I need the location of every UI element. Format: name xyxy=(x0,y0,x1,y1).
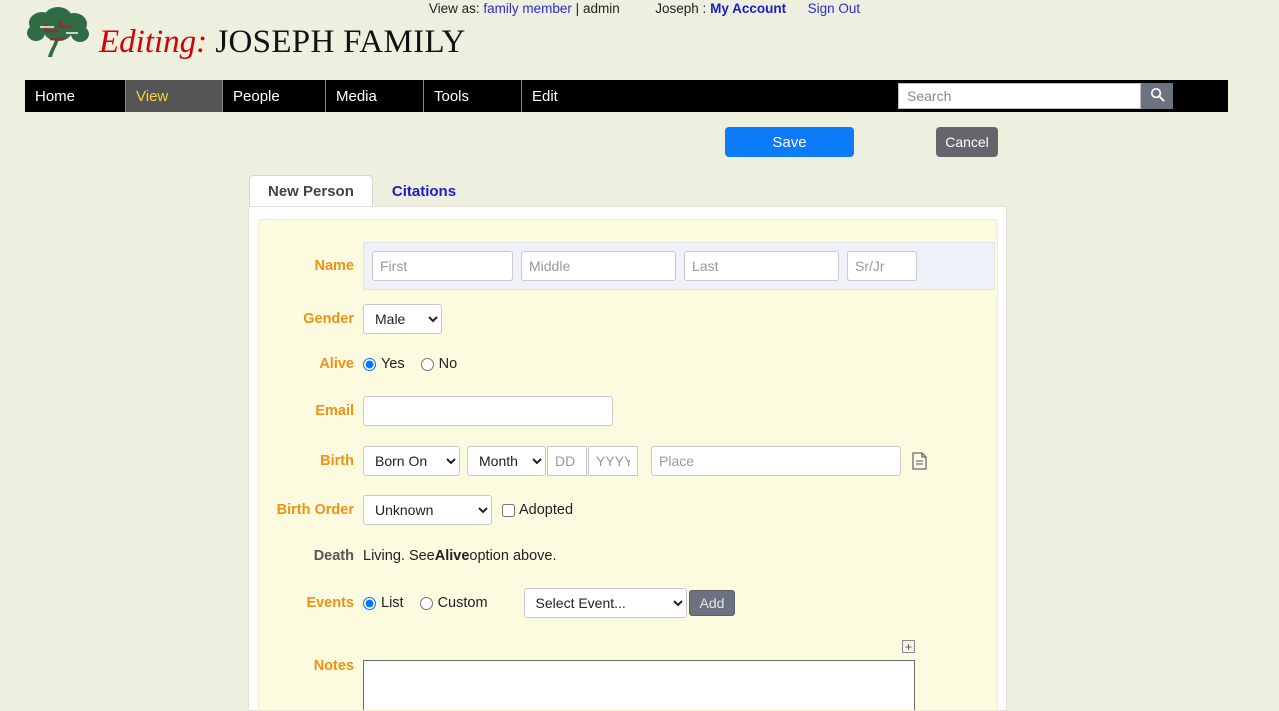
save-button[interactable]: Save xyxy=(725,127,854,157)
sign-out-link[interactable]: Sign Out xyxy=(808,1,861,16)
family-name-label: JOSEPH FAMILY xyxy=(215,24,466,60)
gender-label: Gender xyxy=(303,311,354,327)
adopted-label[interactable]: Adopted xyxy=(519,502,573,518)
birth-label: Birth xyxy=(320,453,354,469)
form-row-events: Events List Custom Select Event...Baptis… xyxy=(259,588,997,618)
tab-citations[interactable]: Citations xyxy=(373,175,475,207)
current-user-label: Joseph : xyxy=(655,1,707,16)
notes-textarea[interactable] xyxy=(363,660,915,710)
family-tree-logo-icon xyxy=(26,7,90,63)
name-fields-group xyxy=(363,242,995,290)
last-name-input[interactable] xyxy=(684,251,839,281)
death-status-text: Living. See Alive option above. xyxy=(363,548,557,564)
form-row-birth: Birth Born OnBorn AboutBorn BeforeBorn A… xyxy=(259,446,997,476)
birth-place-input[interactable] xyxy=(651,446,901,476)
events-custom-radio[interactable] xyxy=(419,596,433,610)
search-icon xyxy=(1150,87,1165,105)
view-as-family-member-link[interactable]: family member xyxy=(483,1,572,16)
adopted-checkbox[interactable] xyxy=(502,503,515,517)
form-row-name: Name xyxy=(259,242,997,290)
main-navigation: Home View People Media Tools Edit xyxy=(25,80,1228,112)
nav-item-edit[interactable]: Edit xyxy=(522,80,896,112)
event-select[interactable]: Select Event...BaptismBurialCensusGradua… xyxy=(523,588,687,618)
nav-item-home[interactable]: Home xyxy=(25,80,126,112)
form-row-birth-order: Birth Order Unknown12345 Adopted xyxy=(259,495,997,525)
search-container xyxy=(896,80,1173,112)
page-title: Editing: JOSEPH FAMILY xyxy=(99,9,466,61)
birth-month-select[interactable]: MonthJanFebMarAprMayJunJulAugSepOctNovDe… xyxy=(467,446,546,476)
middle-name-input[interactable] xyxy=(521,251,676,281)
form-row-notes: Notes + xyxy=(259,640,997,710)
plus-box-icon[interactable]: + xyxy=(902,640,915,653)
alive-no-radio[interactable] xyxy=(420,357,434,371)
person-edit-panel: Name Gender MaleFemaleUnknown Alive Yes … xyxy=(248,206,1007,711)
death-text-bold: Alive xyxy=(434,548,470,564)
tab-new-person[interactable]: New Person xyxy=(249,175,373,207)
document-icon[interactable] xyxy=(910,451,928,471)
adopted-checkbox-group: Adopted xyxy=(502,502,573,518)
death-text-after: option above. xyxy=(469,548,557,564)
form-row-death: Death Living. See Alive option above. xyxy=(259,545,997,567)
utility-separator: | xyxy=(575,1,580,16)
nav-item-tools[interactable]: Tools xyxy=(424,80,522,112)
nav-item-people[interactable]: People xyxy=(223,80,326,112)
search-input[interactable] xyxy=(898,83,1141,109)
alive-radio-group: Yes No xyxy=(363,356,473,372)
alive-yes-radio[interactable] xyxy=(363,357,376,371)
cancel-button[interactable]: Cancel xyxy=(936,127,998,157)
tab-bar: New Person Citations xyxy=(249,175,475,207)
brand: Editing: JOSEPH FAMILY xyxy=(26,6,466,64)
nav-item-view[interactable]: View xyxy=(126,80,223,112)
alive-no-label[interactable]: No xyxy=(439,356,458,372)
add-event-button[interactable]: Add xyxy=(688,590,736,616)
death-label: Death xyxy=(313,548,354,564)
events-custom-label[interactable]: Custom xyxy=(438,595,488,611)
birth-order-select[interactable]: Unknown12345 xyxy=(363,495,492,525)
notes-block: + xyxy=(363,640,915,710)
notes-label: Notes xyxy=(313,658,354,674)
search-button[interactable] xyxy=(1141,83,1173,109)
editing-label: Editing: xyxy=(99,24,208,60)
birth-year-input[interactable] xyxy=(588,446,638,476)
email-label: Email xyxy=(315,403,354,419)
death-text-before: Living. See xyxy=(363,548,435,564)
person-form: Name Gender MaleFemaleUnknown Alive Yes … xyxy=(258,219,998,711)
form-row-email: Email xyxy=(259,396,997,426)
alive-label: Alive xyxy=(319,356,354,372)
alive-yes-label[interactable]: Yes xyxy=(381,356,405,372)
events-label: Events xyxy=(306,595,354,611)
view-as-admin-label[interactable]: admin xyxy=(583,1,620,16)
birth-order-label: Birth Order xyxy=(276,502,354,518)
events-list-label[interactable]: List xyxy=(381,595,404,611)
form-row-alive: Alive Yes No xyxy=(259,352,997,376)
name-label: Name xyxy=(314,258,355,274)
email-input[interactable] xyxy=(363,396,613,426)
events-controls: List Custom Select Event...BaptismBurial… xyxy=(363,588,736,618)
gender-select[interactable]: MaleFemaleUnknown xyxy=(363,304,442,334)
first-name-input[interactable] xyxy=(372,251,513,281)
my-account-link[interactable]: My Account xyxy=(710,1,786,16)
nav-item-media[interactable]: Media xyxy=(326,80,424,112)
events-list-radio[interactable] xyxy=(363,596,376,610)
form-row-gender: Gender MaleFemaleUnknown xyxy=(259,304,997,334)
birth-day-input[interactable] xyxy=(547,446,587,476)
birth-type-select[interactable]: Born OnBorn AboutBorn BeforeBorn After xyxy=(363,446,460,476)
suffix-name-input[interactable] xyxy=(847,251,917,281)
